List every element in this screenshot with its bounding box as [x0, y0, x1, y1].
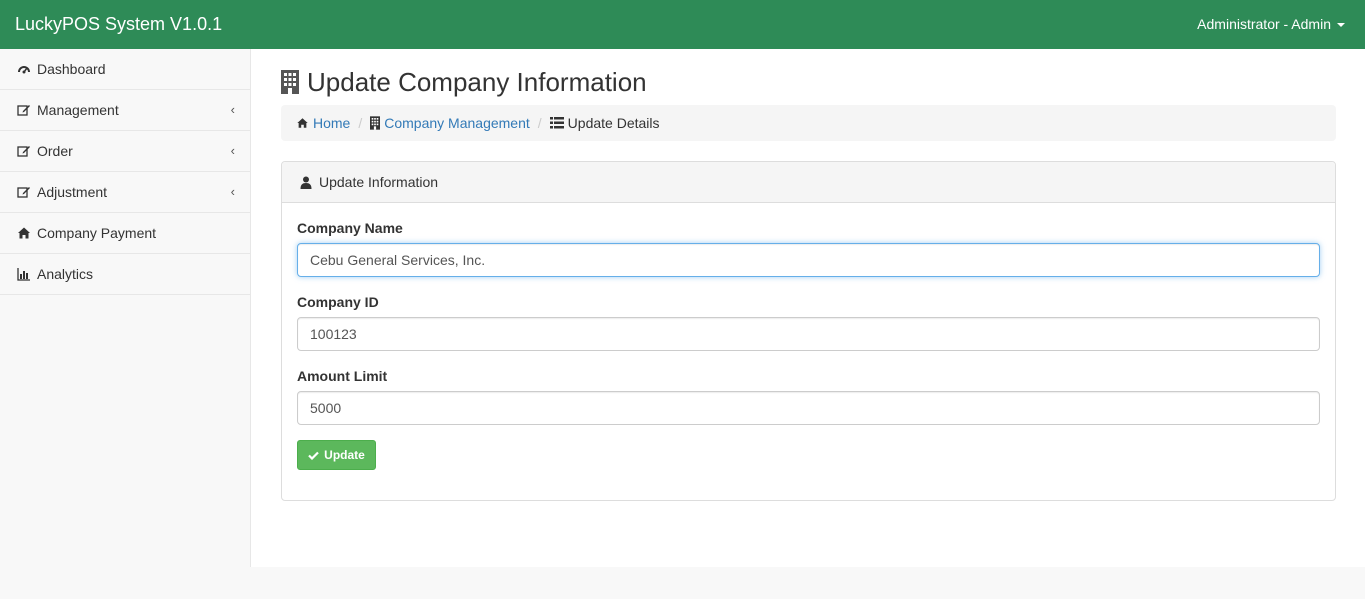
bar-chart-icon: [17, 267, 31, 281]
update-button[interactable]: Update: [297, 440, 376, 470]
page-title-text: Update Company Information: [307, 67, 647, 97]
app-brand[interactable]: LuckyPOS System V1.0.1: [15, 13, 222, 35]
home-icon: [296, 117, 309, 129]
building-icon: [281, 70, 299, 94]
panel-heading-label: Update Information: [319, 174, 439, 190]
sidebar-item-adjustment[interactable]: Adjustment ‹: [0, 172, 250, 213]
sidebar-item-label: Management: [37, 102, 119, 118]
sidebar-item-management[interactable]: Management ‹: [0, 90, 250, 131]
sidebar-item-label: Dashboard: [37, 61, 106, 77]
breadcrumb-company-management[interactable]: Company Management: [370, 115, 530, 131]
user-icon: [300, 176, 312, 189]
home-icon: [17, 226, 31, 240]
sidebar-item-label: Adjustment: [37, 184, 108, 200]
company-id-input[interactable]: [297, 317, 1320, 351]
page-title: Update Company Information: [281, 67, 647, 97]
top-navbar: LuckyPOS System V1.0.1 Administrator - A…: [0, 0, 1365, 49]
breadcrumb-separator: /: [358, 115, 363, 131]
breadcrumb-home-label: Home: [313, 115, 351, 131]
breadcrumb: Home / Company Management / Update Detai…: [281, 105, 1336, 141]
dashboard-icon: [17, 62, 31, 76]
caret-down-icon: [1337, 22, 1345, 27]
panel-heading: Update Information: [282, 162, 1335, 203]
sidebar-item-company-payment[interactable]: Company Payment: [0, 213, 250, 254]
chevron-left-icon: ‹: [230, 184, 235, 199]
company-name-label: Company Name: [297, 220, 403, 236]
sidebar: Dashboard Management ‹ Order ‹ Adjustmen…: [0, 49, 251, 567]
building-icon: [370, 116, 381, 130]
sidebar-item-dashboard[interactable]: Dashboard: [0, 49, 250, 90]
sidebar-item-label: Order: [37, 143, 73, 159]
update-button-label: Update: [324, 448, 365, 462]
breadcrumb-current: Update Details: [549, 115, 660, 131]
update-information-panel: Update Information Company Name Company …: [281, 161, 1336, 501]
user-menu-label: Administrator - Admin: [1197, 16, 1331, 32]
chevron-left-icon: ‹: [230, 143, 235, 158]
breadcrumb-separator: /: [537, 115, 542, 131]
list-icon: [549, 117, 564, 129]
chevron-left-icon: ‹: [230, 102, 235, 117]
breadcrumb-home[interactable]: Home: [296, 115, 350, 131]
edit-icon: [17, 144, 31, 158]
company-id-label: Company ID: [297, 294, 379, 310]
breadcrumb-company-management-label: Company Management: [384, 115, 530, 131]
edit-icon: [17, 103, 31, 117]
sidebar-item-analytics[interactable]: Analytics: [0, 254, 250, 295]
amount-limit-label: Amount Limit: [297, 368, 388, 384]
check-icon: [308, 451, 319, 460]
sidebar-item-label: Analytics: [37, 266, 94, 282]
breadcrumb-current-label: Update Details: [567, 115, 660, 131]
company-name-input[interactable]: [297, 243, 1320, 277]
edit-icon: [17, 185, 31, 199]
amount-limit-input[interactable]: [297, 391, 1320, 425]
main-content: Update Company Information Home / Compan…: [251, 49, 1365, 567]
user-menu-dropdown[interactable]: Administrator - Admin: [1197, 16, 1345, 33]
sidebar-item-label: Company Payment: [37, 225, 157, 241]
sidebar-item-order[interactable]: Order ‹: [0, 131, 250, 172]
